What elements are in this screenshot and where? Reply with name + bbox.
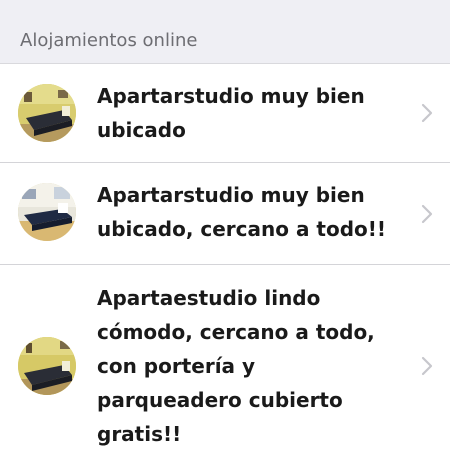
listing-thumbnail — [18, 84, 76, 142]
chevron-right-icon — [421, 356, 433, 376]
listing-title: Apartarstudio muy bien ubicado — [97, 84, 365, 142]
listing-row[interactable]: Apartaestudio lindo cómodo, cercano a to… — [0, 265, 450, 450]
listing-title: Apartarstudio muy bien ubicado, cercano … — [97, 183, 387, 241]
listing-thumbnail — [18, 183, 76, 241]
section-header: Alojamientos online — [0, 0, 450, 64]
section-header-label: Alojamientos online — [20, 30, 198, 51]
listing-title: Apartaestudio lindo cómodo, cercano a to… — [97, 286, 375, 446]
listing-row[interactable]: Apartarstudio muy bien ubicado, cercano … — [0, 163, 450, 265]
listings-list: Apartarstudio muy bien ubicado Apartarst… — [0, 64, 450, 450]
listing-thumbnail — [18, 337, 76, 395]
chevron-right-icon — [421, 103, 433, 123]
chevron-right-icon — [421, 204, 433, 224]
listings-screen: Alojamientos online Apartarstudio muy bi… — [0, 0, 450, 450]
listing-row[interactable]: Apartarstudio muy bien ubicado — [0, 64, 450, 163]
